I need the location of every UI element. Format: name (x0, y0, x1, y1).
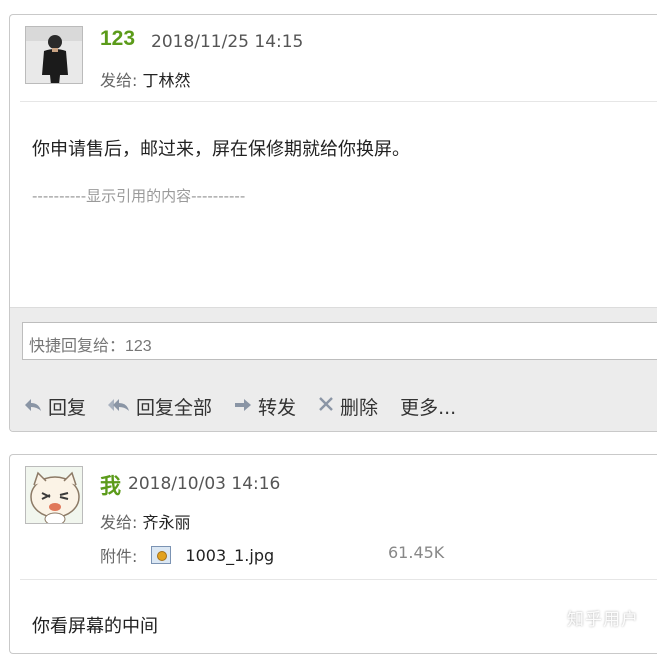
header-divider (20, 579, 657, 580)
forward-button[interactable]: 转发 (234, 393, 296, 420)
attachment-row: 附件: 1003_1.jpg (100, 543, 274, 567)
sender-avatar[interactable] (25, 26, 83, 84)
reply-area: 快捷回复给：123 回复 回复全部 转发 删除 更多... (10, 307, 657, 431)
reply-button[interactable]: 回复 (24, 393, 86, 420)
recipient-row: 发给: 丁林然 (100, 67, 191, 91)
more-label: 更多... (400, 396, 457, 419)
person-photo-icon (26, 27, 82, 83)
reply-arrow-icon (24, 397, 42, 416)
recipient-row: 发给: 齐永丽 (100, 509, 191, 533)
show-quote-link[interactable]: ----------显示引用的内容---------- (32, 185, 245, 206)
watermark: 知乎用户 (567, 610, 639, 630)
message-card: 123 2018/11/25 14:15 发给: 丁林然 你申请售后，邮过来，屏… (9, 14, 657, 432)
recipient-label: 发给: (100, 71, 138, 90)
sender-name[interactable]: 我 (100, 470, 121, 500)
sender-name[interactable]: 123 (100, 27, 135, 51)
image-file-icon (151, 546, 172, 564)
delete-x-icon (318, 396, 334, 416)
message-datetime: 2018/10/03 14:16 (128, 474, 281, 494)
delete-label: 删除 (340, 396, 379, 419)
quick-reply-input[interactable]: 快捷回复给：123 (22, 322, 657, 360)
message-datetime: 2018/11/25 14:15 (151, 32, 304, 52)
delete-button[interactable]: 删除 (318, 393, 378, 420)
message-body: 你看屏幕的中间 (32, 616, 158, 637)
reply-all-icon (108, 397, 130, 416)
recipient-label: 发给: (100, 513, 138, 532)
more-button[interactable]: 更多... (400, 393, 456, 420)
reply-label: 回复 (48, 396, 87, 419)
reply-all-label: 回复全部 (136, 396, 213, 419)
cartoon-cat-icon (26, 467, 82, 523)
forward-arrow-icon (234, 397, 252, 416)
message-card: 我 2018/10/03 14:16 发给: 齐永丽 附件: 1003_1.jp… (9, 454, 657, 654)
forward-label: 转发 (258, 396, 297, 419)
message-toolbar: 回复 回复全部 转发 删除 更多... (24, 392, 478, 420)
header-divider (20, 101, 657, 102)
sender-avatar[interactable] (25, 466, 83, 524)
attachment-name[interactable]: 1003_1.jpg (185, 546, 274, 565)
message-body: 你申请售后，邮过来，屏在保修期就给你换屏。 (32, 139, 410, 160)
recipient-name[interactable]: 丁林然 (143, 71, 191, 90)
attachment-label: 附件: (100, 547, 138, 566)
reply-all-button[interactable]: 回复全部 (108, 393, 212, 420)
attachment-size: 61.45K (388, 543, 445, 562)
recipient-name[interactable]: 齐永丽 (143, 513, 191, 532)
